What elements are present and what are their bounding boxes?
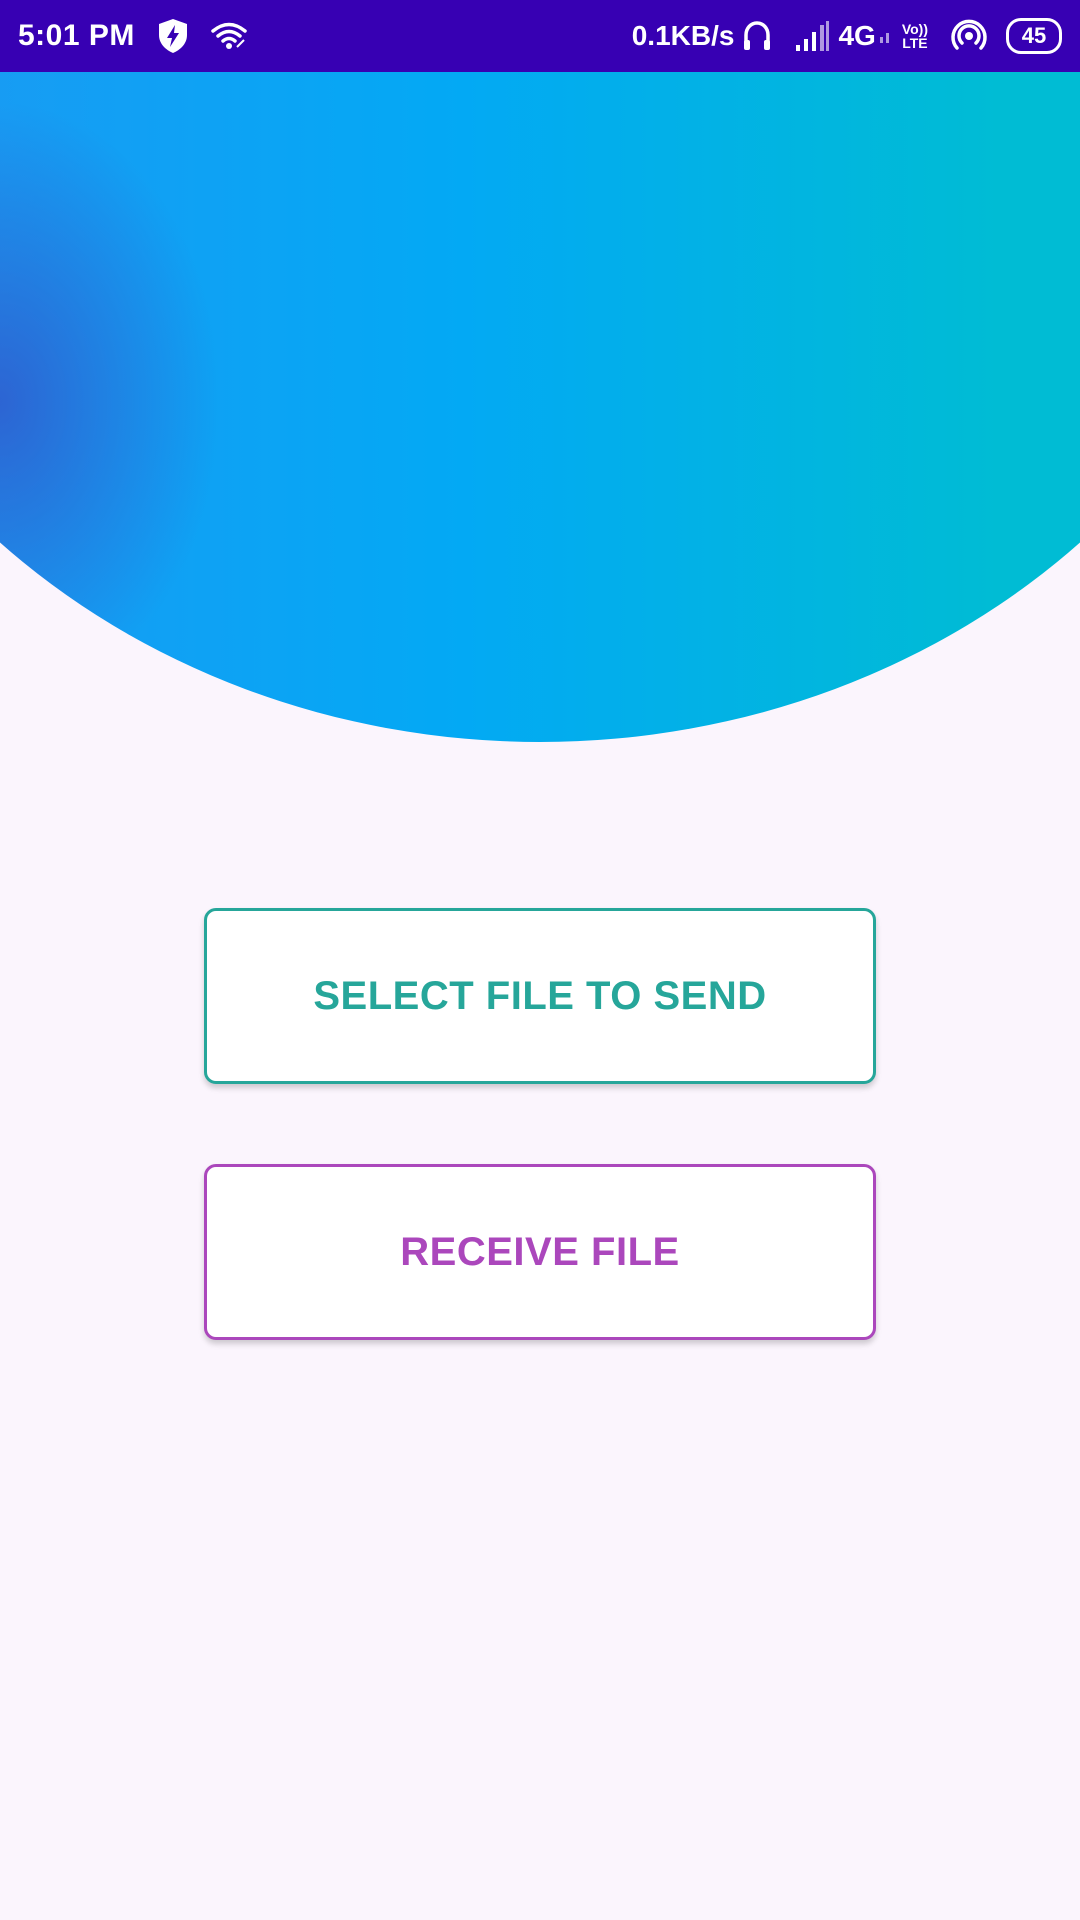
receive-button-label: RECEIVE FILE <box>400 1229 680 1274</box>
headphones-icon <box>742 20 772 52</box>
battery-level: 45 <box>1021 23 1047 48</box>
shield-bolt-icon <box>157 18 189 54</box>
gradient-circle <box>0 72 1080 742</box>
hotspot-icon <box>950 19 988 53</box>
header-graphic <box>0 72 1080 752</box>
network-type: 4G <box>838 20 876 51</box>
battery-icon: 45 <box>1006 18 1062 54</box>
signal-small-icon <box>879 29 890 43</box>
wifi-icon <box>211 21 247 51</box>
status-time: 5:01 PM <box>18 19 135 52</box>
receive-file-button[interactable]: RECEIVE FILE <box>204 1164 876 1340</box>
select-file-to-send-button[interactable]: SELECT FILE TO SEND <box>204 908 876 1084</box>
status-left: 5:01 PM <box>18 18 247 54</box>
status-right: 0.1KB/s 4G Vo)) LTE 45 <box>632 18 1062 54</box>
status-bar: 5:01 PM 0.1KB/s 4G Vo)) LTE 45 <box>0 0 1080 72</box>
signal-icon <box>794 19 830 53</box>
volte-bottom: LTE <box>902 35 928 51</box>
volte-indicator: Vo)) LTE <box>902 22 928 50</box>
network-speed: 0.1KB/s <box>631 20 735 51</box>
send-button-label: SELECT FILE TO SEND <box>313 973 767 1018</box>
